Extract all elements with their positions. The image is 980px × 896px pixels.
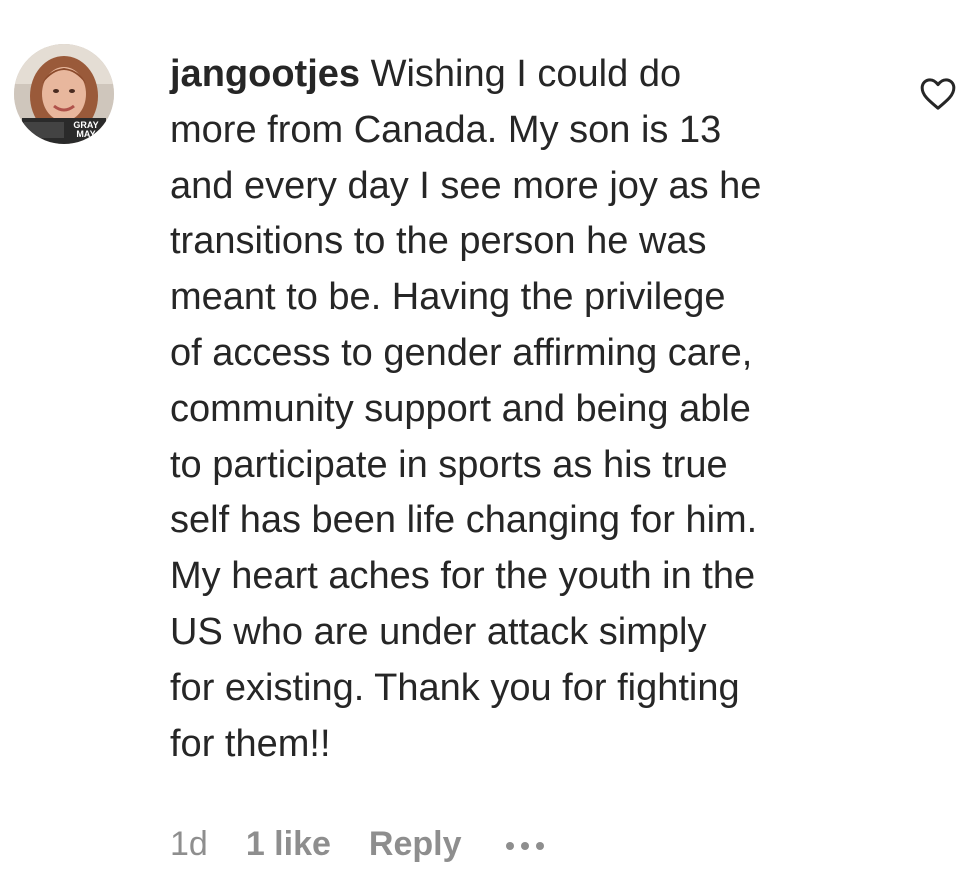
comment-body-line-8: to participate in sports as his true xyxy=(170,443,728,486)
comment-body-line-9: self has been life changing for him. xyxy=(170,499,758,542)
avatar-image: GRAY MAY xyxy=(14,44,114,144)
comment-body-line-6: of access to gender affirming care, xyxy=(170,331,753,374)
dot xyxy=(520,842,529,850)
comment-body-line-12: for existing. Thank you for fighting xyxy=(170,666,740,709)
comment-body-line-4: transitions to the person he was xyxy=(170,220,707,263)
comment-body-line-10: My heart aches for the youth in the xyxy=(170,555,756,598)
comment-timestamp: 1d xyxy=(170,824,208,863)
comment-body-line-7: community support and being able xyxy=(170,387,751,430)
comment-body-line-5: meant to be. Having the privilege xyxy=(170,276,726,319)
comment-text: jangootjes Wishing I could do more from … xyxy=(170,47,890,772)
username-link[interactable]: jangootjes xyxy=(170,53,360,95)
heart-outline-icon[interactable] xyxy=(918,74,958,114)
avatar-text-may: MAY xyxy=(76,129,95,139)
comment-body-line-3: and every day I see more joy as he xyxy=(170,164,762,207)
comment: GRAY MAY jangootjes Wishing I could do m… xyxy=(0,0,980,896)
comment-body-line-13: for them!! xyxy=(170,722,331,765)
more-options-icon[interactable] xyxy=(505,838,544,850)
comment-body-line-2: more from Canada. My son is 13 xyxy=(170,108,722,151)
avatar[interactable]: GRAY MAY xyxy=(14,44,114,144)
dot xyxy=(535,842,544,850)
likes-count-button[interactable]: 1 like xyxy=(246,825,331,864)
comment-body-line-1: Wishing I could do xyxy=(360,53,682,95)
comment-body-line-11: US who are under attack simply xyxy=(170,610,707,653)
comment-meta: 1d 1 like Reply xyxy=(170,822,544,866)
reply-button[interactable]: Reply xyxy=(369,825,462,864)
dot xyxy=(505,842,514,850)
